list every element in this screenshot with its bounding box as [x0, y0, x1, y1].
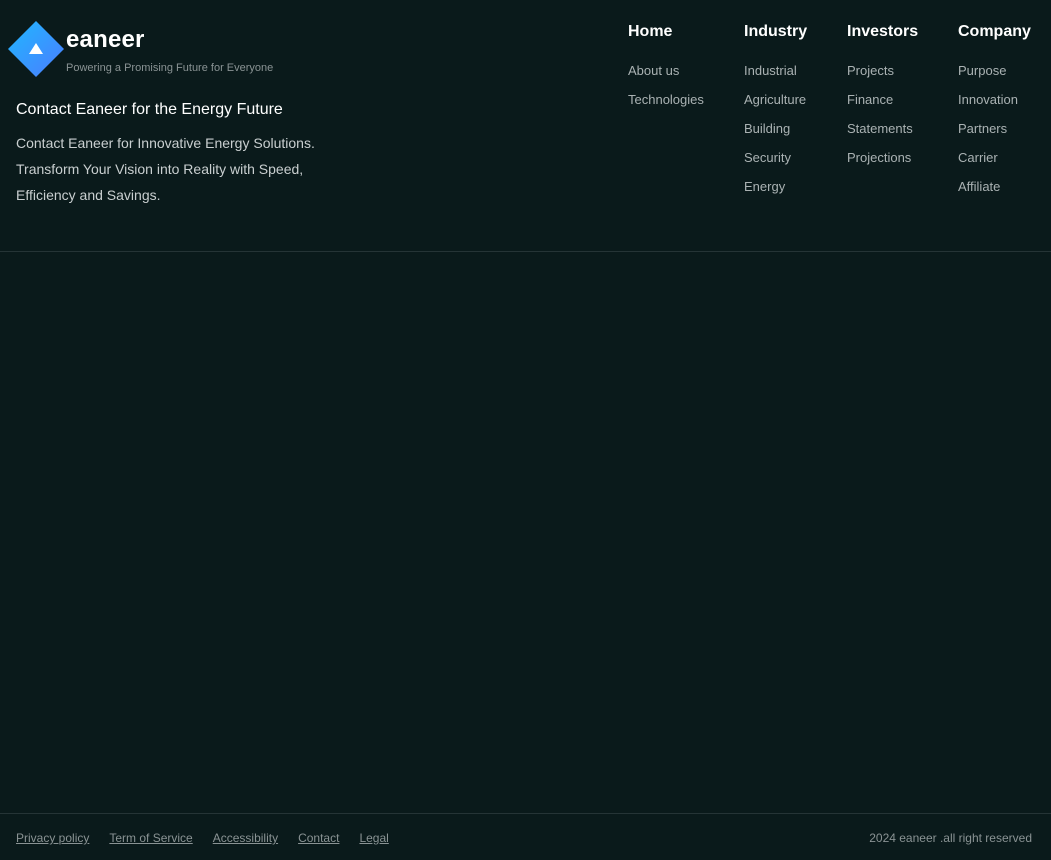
nav-item: Finance	[847, 90, 918, 119]
nav-heading-home[interactable]: Home	[628, 22, 704, 42]
brand-tagline: Powering a Promising Future for Everyone	[66, 62, 274, 74]
accessibility-link[interactable]: Accessibility	[213, 831, 278, 845]
nav-link-agriculture[interactable]: Agriculture	[744, 92, 806, 107]
nav-item: Security	[744, 148, 807, 177]
nav-item: Industrial	[744, 61, 807, 90]
nav-link-projections[interactable]: Projections	[847, 150, 911, 165]
nav-link-technologies[interactable]: Technologies	[628, 92, 704, 107]
nav-item: About us	[628, 61, 704, 90]
nav-link-innovation[interactable]: Innovation	[958, 92, 1018, 107]
nav-item: Building	[744, 119, 807, 148]
nav-links-home: About us Technologies	[628, 61, 704, 119]
brand-logo-icon[interactable]	[8, 21, 64, 77]
nav-link-carrier[interactable]: Carrier	[958, 150, 998, 165]
nav-link-statements[interactable]: Statements	[847, 121, 913, 136]
nav-item: Projects	[847, 61, 918, 90]
top-divider	[0, 251, 1051, 252]
nav-link-industrial[interactable]: Industrial	[744, 63, 797, 78]
nav-column-company: Company Purpose Innovation Partners Carr…	[958, 22, 1031, 206]
bottom-divider	[0, 813, 1051, 814]
nav-link-partners[interactable]: Partners	[958, 121, 1007, 136]
terms-of-service-link[interactable]: Term of Service	[109, 831, 192, 845]
nav-links-company: Purpose Innovation Partners Carrier Affi…	[958, 61, 1031, 206]
privacy-policy-link[interactable]: Privacy policy	[16, 831, 89, 845]
nav-item: Partners	[958, 119, 1031, 148]
contact-link[interactable]: Contact	[298, 831, 339, 845]
nav-column-home: Home About us Technologies	[628, 22, 704, 119]
legal-link[interactable]: Legal	[359, 831, 388, 845]
legal-links: Privacy policy Term of Service Accessibi…	[16, 831, 389, 845]
nav-heading-industry[interactable]: Industry	[744, 22, 807, 42]
nav-link-finance[interactable]: Finance	[847, 92, 893, 107]
nav-link-building[interactable]: Building	[744, 121, 790, 136]
nav-link-security[interactable]: Security	[744, 150, 791, 165]
nav-item: Purpose	[958, 61, 1031, 90]
nav-item: Agriculture	[744, 90, 807, 119]
nav-item: Energy	[744, 177, 807, 206]
nav-item: Technologies	[628, 90, 704, 119]
nav-item: Affiliate	[958, 177, 1031, 206]
nav-links-investors: Projects Finance Statements Projections	[847, 61, 918, 177]
nav-link-projects[interactable]: Projects	[847, 63, 894, 78]
nav-item: Innovation	[958, 90, 1031, 119]
nav-heading-investors[interactable]: Investors	[847, 22, 918, 42]
nav-item: Projections	[847, 148, 918, 177]
nav-link-affiliate[interactable]: Affiliate	[958, 179, 1000, 194]
nav-item: Statements	[847, 119, 918, 148]
brand-name[interactable]: eaneer	[66, 26, 145, 54]
nav-heading-company[interactable]: Company	[958, 22, 1031, 42]
nav-item: Carrier	[958, 148, 1031, 177]
contact-description: Contact Eaneer for Innovative Energy Sol…	[16, 135, 315, 203]
nav-link-about-us[interactable]: About us	[628, 63, 679, 78]
nav-link-energy[interactable]: Energy	[744, 179, 785, 194]
nav-link-purpose[interactable]: Purpose	[958, 63, 1006, 78]
nav-column-industry: Industry Industrial Agriculture Building…	[744, 22, 807, 206]
nav-column-investors: Investors Projects Finance Statements Pr…	[847, 22, 918, 177]
copyright-text: 2024 eaneer .all right reserved	[869, 831, 1032, 845]
contact-title: Contact Eaneer for the Energy Future	[16, 101, 283, 118]
nav-links-industry: Industrial Agriculture Building Security…	[744, 61, 807, 206]
footer-page: eaneer Powering a Promising Future for E…	[0, 0, 1051, 860]
